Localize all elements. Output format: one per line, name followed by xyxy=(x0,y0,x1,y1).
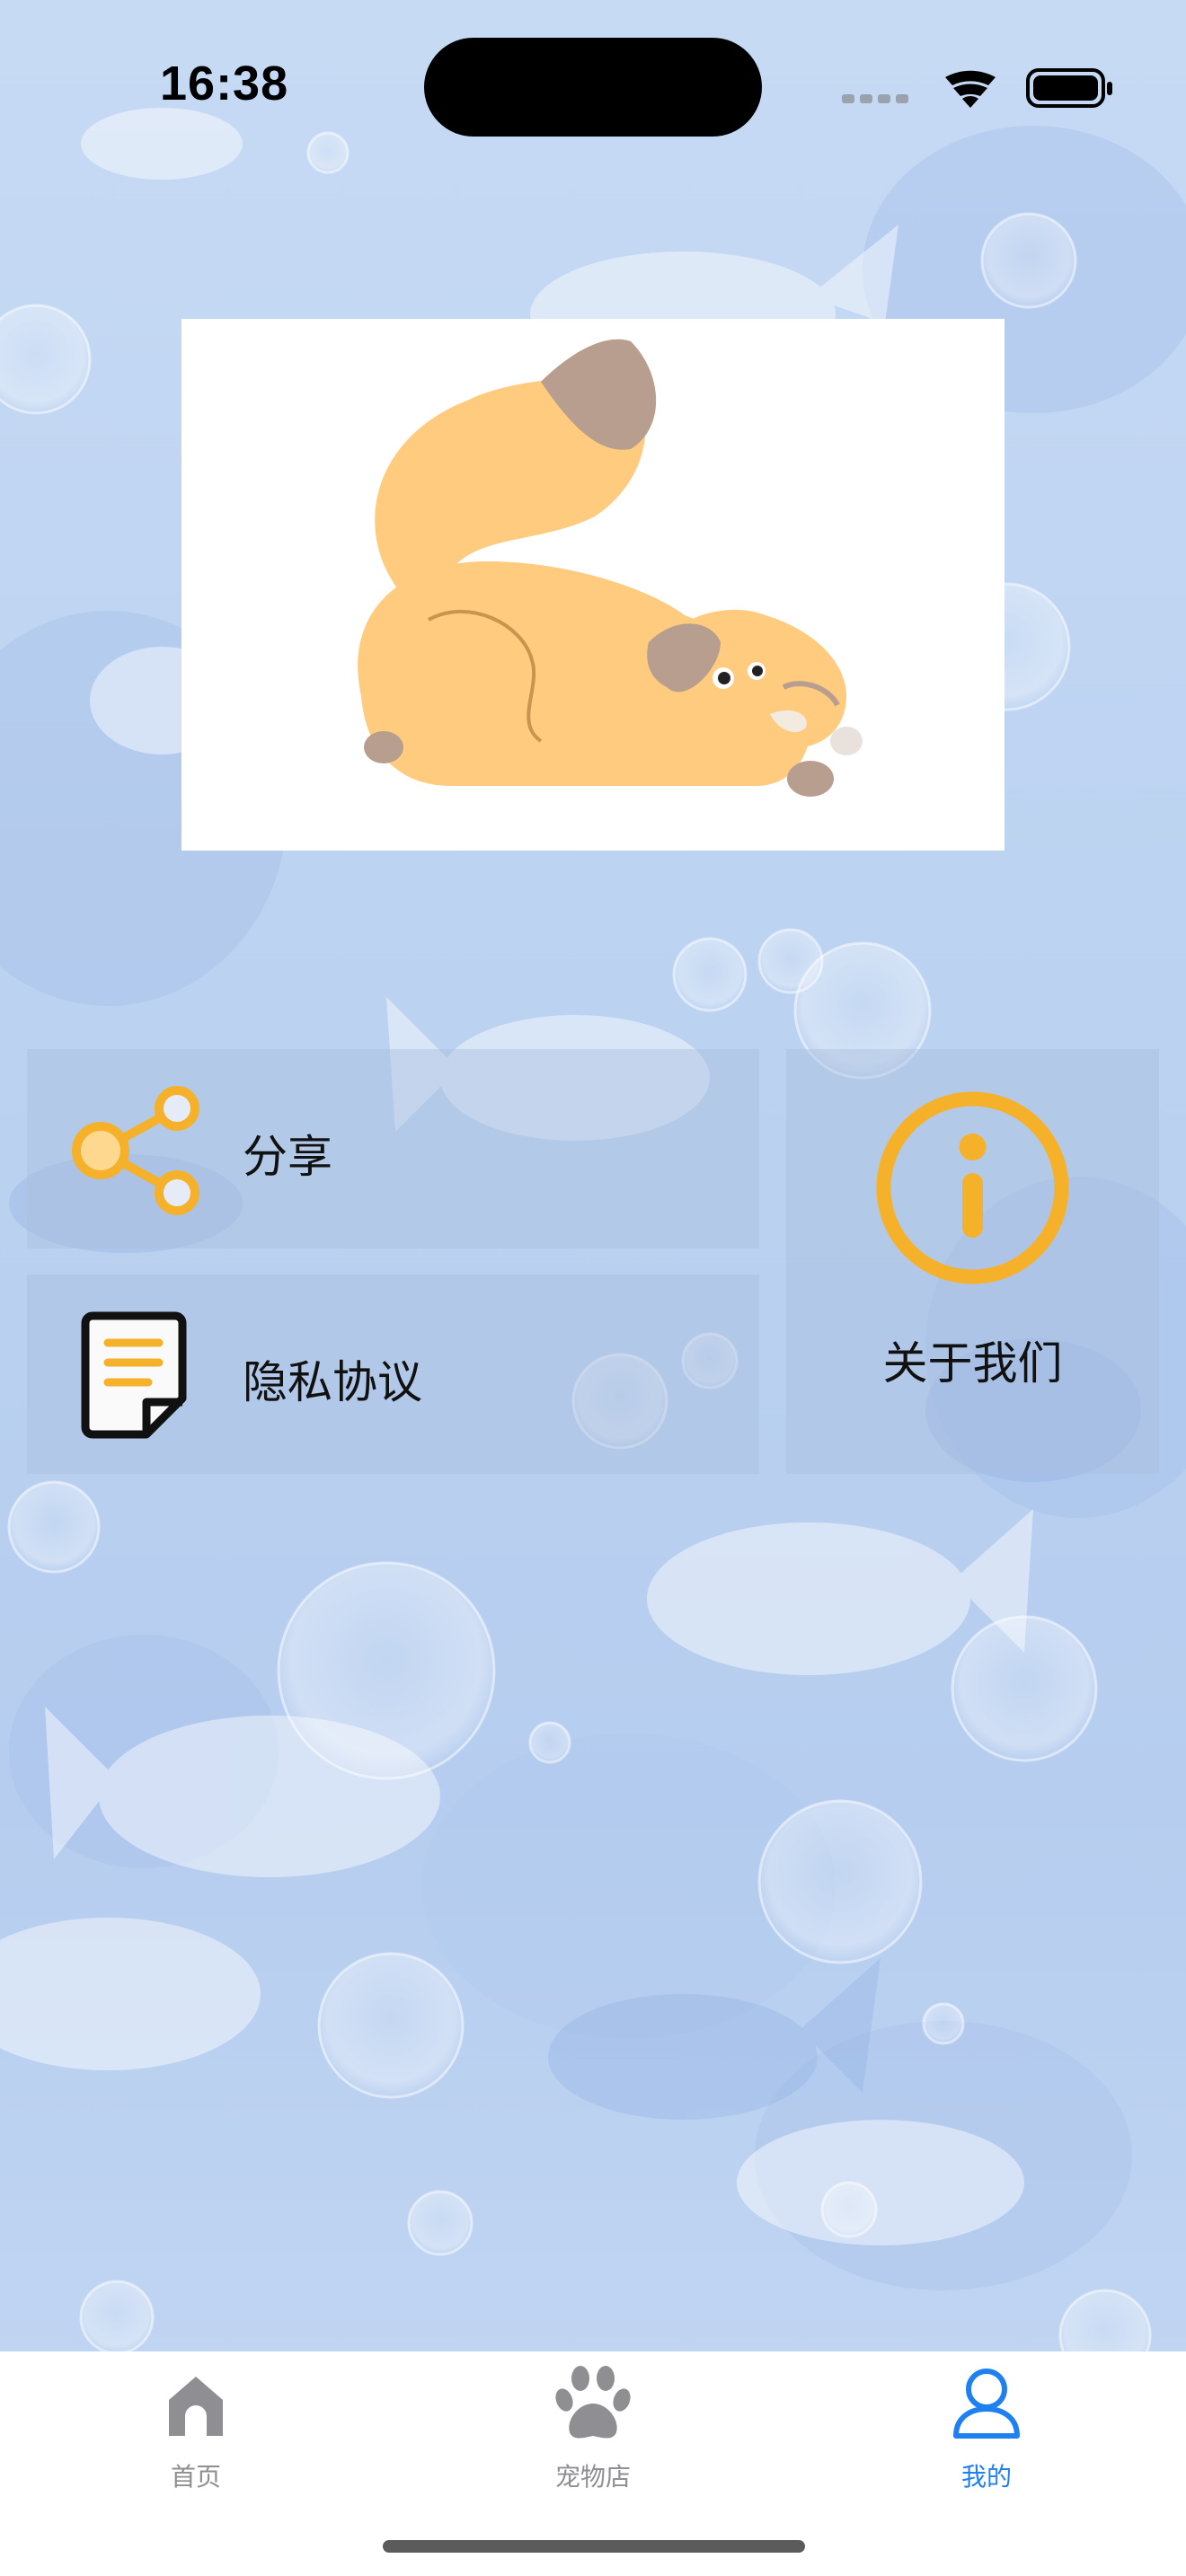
share-label: 分享 xyxy=(243,1131,332,1183)
privacy-policy-card[interactable]: 隐私协议 xyxy=(27,1275,759,1474)
cellular-signal-icon xyxy=(842,94,908,103)
status-icons xyxy=(842,68,1112,108)
privacy-policy-label: 隐私协议 xyxy=(243,1356,422,1408)
profile-screen: 16:38 分享 隐私协议 关于我们 首页 宠物店 我的 xyxy=(0,0,1186,2576)
share-card[interactable]: 分享 xyxy=(27,1049,759,1248)
share-icon xyxy=(72,1086,199,1215)
house-icon xyxy=(169,2377,223,2436)
home-indicator[interactable] xyxy=(383,2540,805,2553)
wifi-icon xyxy=(945,70,996,108)
tab-mine-label: 我的 xyxy=(960,2462,1012,2492)
document-icon xyxy=(81,1311,187,1439)
about-us-card[interactable]: 关于我们 xyxy=(786,1049,1159,1474)
tab-pet-shop-label: 宠物店 xyxy=(554,2462,631,2492)
hero-image xyxy=(181,319,1005,851)
dog-illustration xyxy=(358,339,863,797)
tab-pet-shop[interactable]: 宠物店 xyxy=(458,2351,728,2504)
battery-icon xyxy=(1026,68,1112,108)
person-icon xyxy=(953,2369,1020,2439)
tab-home-label: 首页 xyxy=(170,2462,221,2492)
about-us-label: 关于我们 xyxy=(882,1337,1063,1389)
tab-mine[interactable]: 我的 xyxy=(852,2351,1121,2504)
dynamic-island xyxy=(424,38,762,137)
paw-icon xyxy=(555,2366,631,2439)
info-icon xyxy=(876,1091,1069,1284)
status-time: 16:38 xyxy=(160,57,289,110)
tab-home[interactable]: 首页 xyxy=(61,2351,331,2504)
